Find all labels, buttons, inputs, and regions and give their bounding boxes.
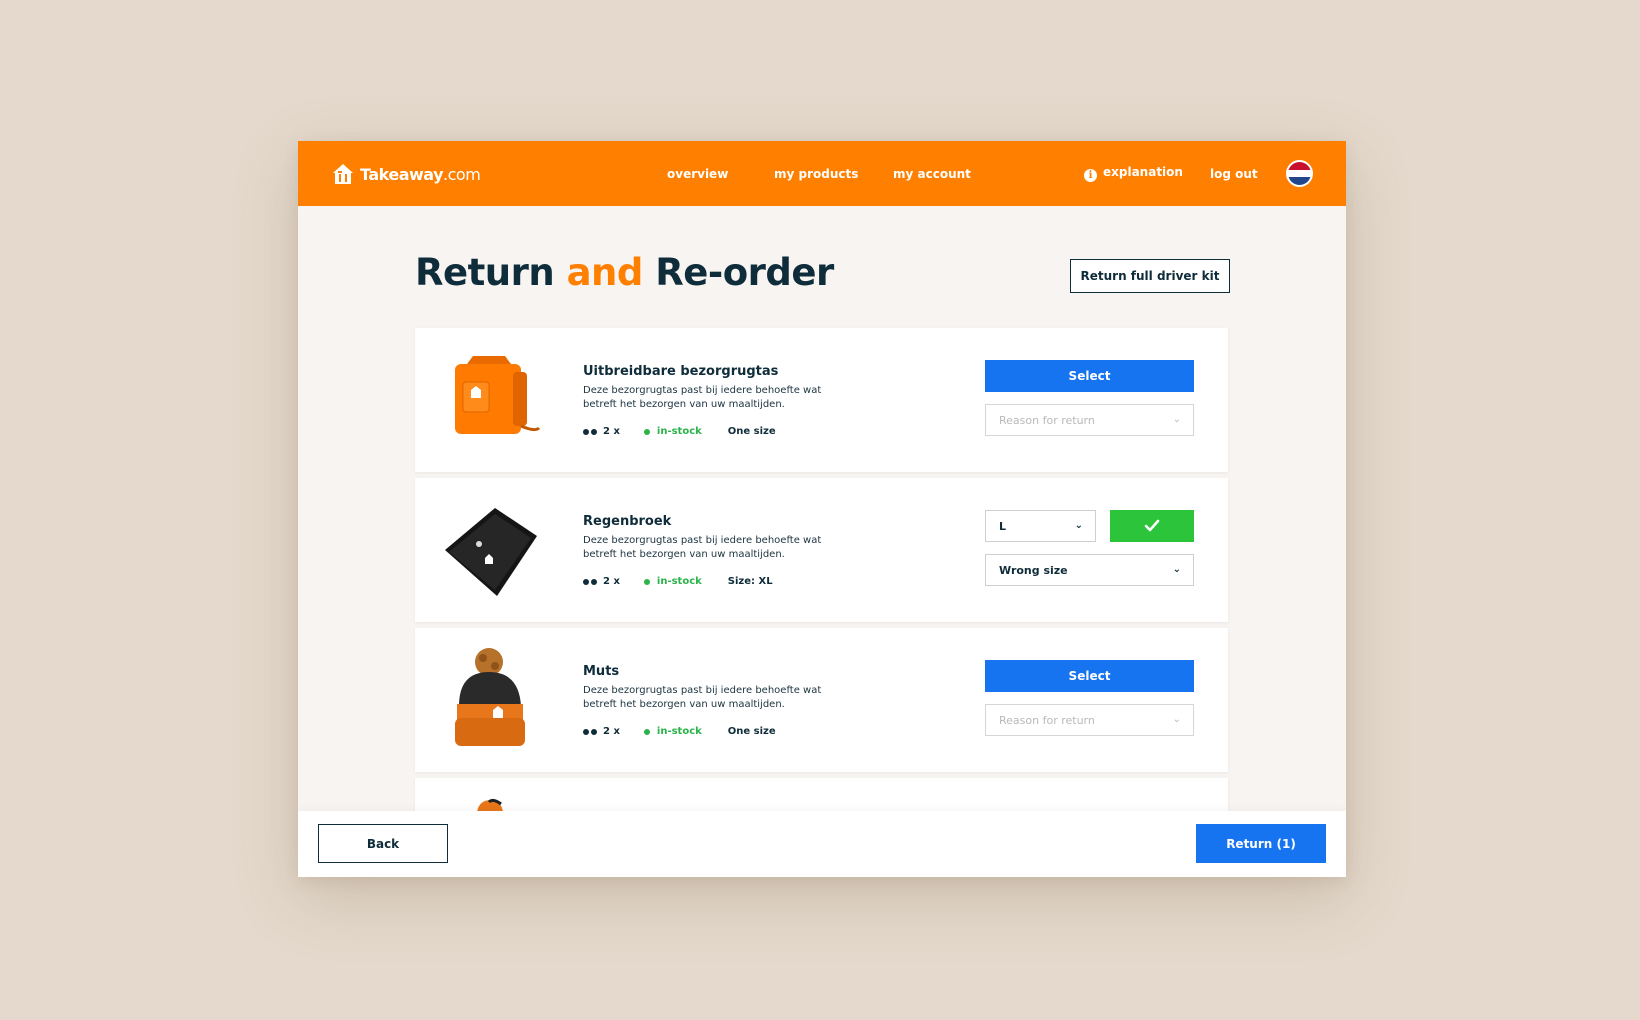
stock-status: in-stock xyxy=(643,426,702,437)
product-name: Muts xyxy=(583,664,620,679)
select-button[interactable]: Select xyxy=(985,360,1194,392)
chevron-down-icon: ⌄ xyxy=(1074,520,1083,531)
product-name: Uitbreidbare bezorgrugtas xyxy=(583,364,779,379)
product-description: Deze bezorgrugtas past bij iedere behoef… xyxy=(583,385,822,410)
product-quantity: 2 x xyxy=(603,426,620,437)
product-size: One size xyxy=(727,726,776,737)
quantity-dots-icon xyxy=(583,728,597,735)
backpack-icon xyxy=(455,356,541,434)
logo-wordmark: Takeaway.com xyxy=(360,164,481,184)
quantity-dots-icon xyxy=(583,428,597,435)
product-description: Deze bezorgrugtas past bij iedere behoef… xyxy=(583,685,822,710)
product-description: Deze bezorgrugtas past bij iedere behoef… xyxy=(583,535,822,560)
product-meta: 2 x in-stock Size: XL xyxy=(583,576,773,587)
dropdown-placeholder: Reason for return xyxy=(999,413,1095,427)
stock-dot-icon xyxy=(643,428,650,435)
takeaway-logo[interactable]: Takeaway.com xyxy=(331,160,481,188)
chevron-down-icon: ⌄ xyxy=(1172,564,1181,575)
product-card: Uitbreidbare bezorgrugtas Deze bezorgrug… xyxy=(415,328,1228,472)
product-size: Size: XL xyxy=(727,576,773,587)
takeaway-house-icon xyxy=(333,164,353,184)
checkmark-icon xyxy=(1144,519,1160,532)
product-card: Regenbroek Deze bezorgrugtas past bij ie… xyxy=(415,478,1228,622)
chevron-down-icon: ⌄ xyxy=(1172,714,1181,725)
product-meta: 2 x in-stock One size xyxy=(583,426,776,437)
product-card: Muts Deze bezorgrugtas past bij iedere b… xyxy=(415,628,1228,772)
return-button[interactable]: Return (1) xyxy=(1196,824,1326,863)
size-value: L xyxy=(999,519,1007,533)
product-quantity: 2 x xyxy=(603,726,620,737)
reason-for-return-dropdown[interactable]: Reason for return ⌄ xyxy=(985,704,1194,736)
bottom-action-bar: Back Return (1) xyxy=(298,811,1346,877)
info-icon: i xyxy=(1084,169,1097,182)
confirm-button[interactable] xyxy=(1110,510,1194,542)
dropdown-placeholder: Reason for return xyxy=(999,713,1095,727)
stock-status: in-stock xyxy=(643,576,702,587)
product-thumbnail-partial xyxy=(477,798,503,812)
product-size: One size xyxy=(727,426,776,437)
product-meta: 2 x in-stock One size xyxy=(583,726,776,737)
stock-dot-icon xyxy=(643,578,650,585)
back-button[interactable]: Back xyxy=(318,824,448,863)
beanie-icon xyxy=(455,648,525,746)
stock-status: in-stock xyxy=(643,726,702,737)
return-full-driver-kit-button[interactable]: Return full driver kit xyxy=(1070,259,1230,293)
nav-explanation[interactable]: i explanation xyxy=(1084,165,1183,182)
size-dropdown[interactable]: L ⌄ xyxy=(985,510,1096,542)
reason-for-return-dropdown[interactable]: Reason for return ⌄ xyxy=(985,404,1194,436)
reason-for-return-dropdown[interactable]: Wrong size ⌄ xyxy=(985,554,1194,586)
page-title: Return and Re-order xyxy=(415,251,834,294)
netherlands-flag-icon[interactable] xyxy=(1286,160,1313,187)
rain-pants-icon xyxy=(445,508,537,596)
top-navigation-bar: Takeaway.com overview my products my acc… xyxy=(298,141,1346,206)
product-quantity: 2 x xyxy=(603,576,620,587)
select-button[interactable]: Select xyxy=(985,660,1194,692)
app-window: Takeaway.com overview my products my acc… xyxy=(298,141,1346,877)
reason-value: Wrong size xyxy=(999,563,1068,577)
nav-log-out[interactable]: log out xyxy=(1210,167,1258,181)
product-name: Regenbroek xyxy=(583,514,672,529)
nav-my-products[interactable]: my products xyxy=(774,167,858,181)
stock-dot-icon xyxy=(643,728,650,735)
chevron-down-icon: ⌄ xyxy=(1172,414,1181,425)
nav-overview[interactable]: overview xyxy=(667,167,728,181)
nav-my-account[interactable]: my account xyxy=(893,167,971,181)
quantity-dots-icon xyxy=(583,578,597,585)
